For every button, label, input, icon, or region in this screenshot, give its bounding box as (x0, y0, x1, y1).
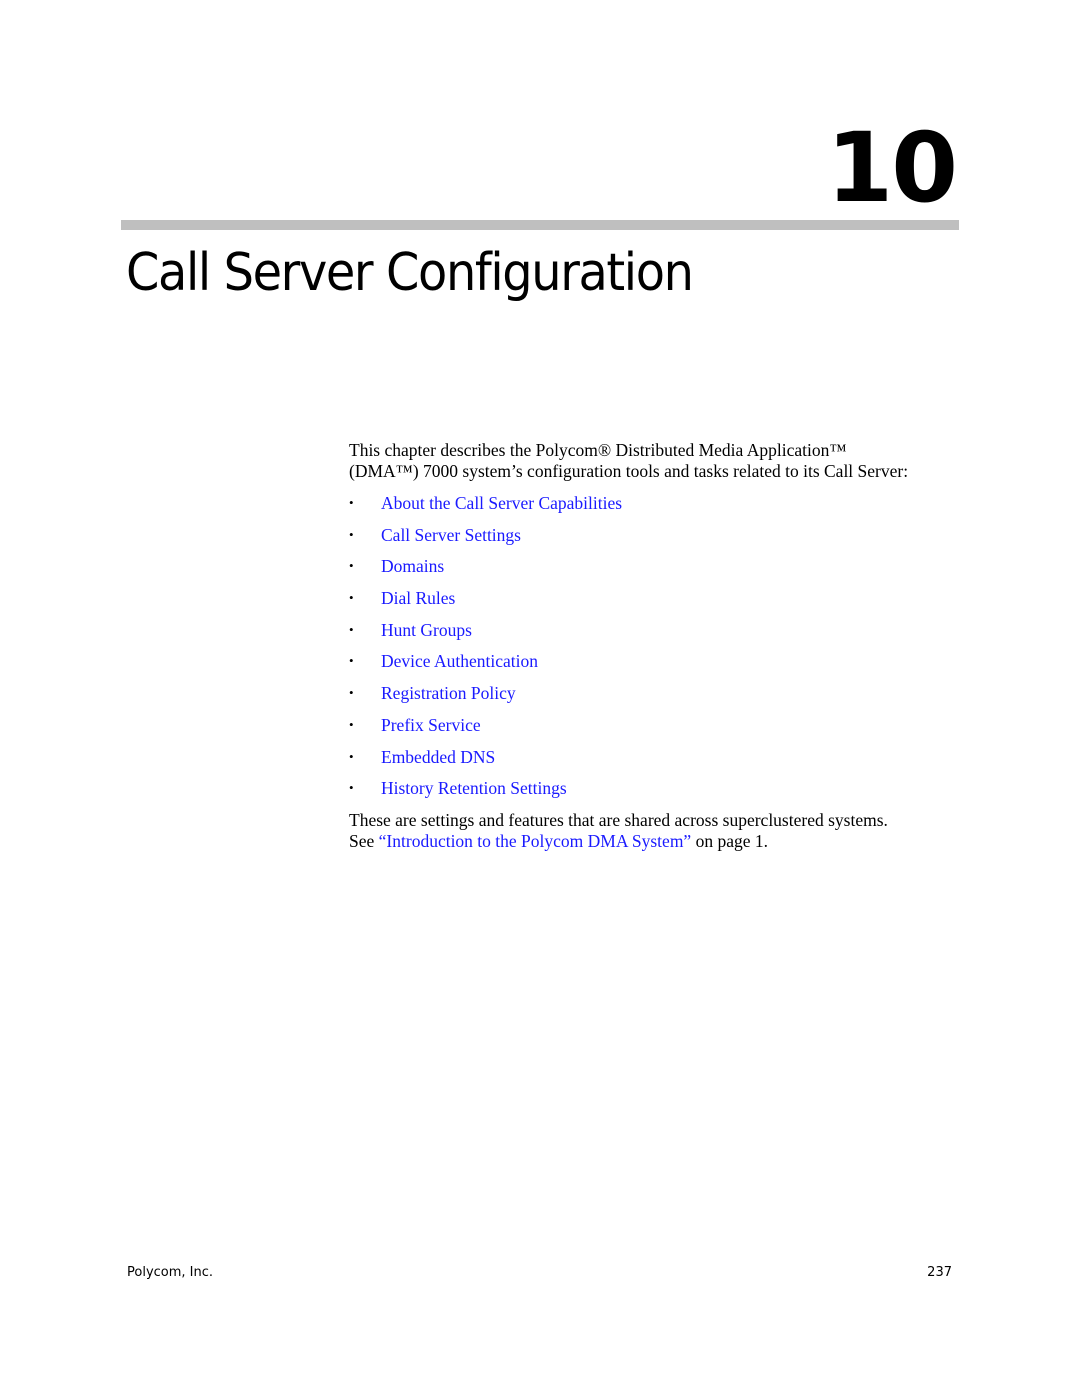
list-item: • Hunt Groups (349, 619, 622, 651)
link-call-server-settings[interactable]: Call Server Settings (381, 525, 521, 545)
list-item: • Prefix Service (349, 714, 622, 746)
link-about-call-server-capabilities[interactable]: About the Call Server Capabilities (381, 493, 622, 513)
list-item: • History Retention Settings (349, 777, 622, 809)
page-footer: Polycom, Inc. 237 (127, 1265, 952, 1280)
chapter-title: Call Server Configuration (126, 243, 694, 303)
link-domains[interactable]: Domains (381, 556, 444, 576)
bullet-icon: • (349, 590, 354, 606)
bullet-icon: • (349, 621, 354, 637)
link-dial-rules[interactable]: Dial Rules (381, 588, 455, 608)
bullet-icon: • (349, 526, 354, 542)
list-item: • Domains (349, 555, 622, 587)
bullet-icon: • (349, 780, 354, 796)
bullet-icon: • (349, 653, 354, 669)
intro-line-2: (DMA™) 7000 system’s configuration tools… (349, 461, 909, 481)
bullet-icon: • (349, 748, 354, 764)
link-introduction-polycom-dma[interactable]: “Introduction to the Polycom DMA System” (379, 831, 692, 851)
bullet-icon: • (349, 716, 354, 732)
outro-line-1: These are settings and features that are… (349, 810, 888, 830)
link-device-authentication[interactable]: Device Authentication (381, 651, 538, 671)
page-ref-text: on page 1. (691, 831, 768, 851)
link-hunt-groups[interactable]: Hunt Groups (381, 620, 472, 640)
link-history-retention-settings[interactable]: History Retention Settings (381, 778, 567, 798)
intro-line-1: This chapter describes the Polycom® Dist… (349, 440, 847, 460)
bullet-icon: • (349, 685, 354, 701)
outro-paragraph: These are settings and features that are… (349, 810, 969, 852)
page-number: 237 (927, 1265, 952, 1280)
list-item: • About the Call Server Capabilities (349, 492, 622, 524)
link-prefix-service[interactable]: Prefix Service (381, 715, 481, 735)
chapter-rule (121, 220, 959, 230)
list-item: • Device Authentication (349, 650, 622, 682)
footer-company: Polycom, Inc. (127, 1265, 214, 1280)
intro-paragraph: This chapter describes the Polycom® Dist… (349, 440, 969, 482)
see-text: See (349, 831, 379, 851)
list-item: • Registration Policy (349, 682, 622, 714)
list-item: • Dial Rules (349, 587, 622, 619)
topic-link-list: • About the Call Server Capabilities • Cal… (349, 492, 622, 809)
bullet-icon: • (349, 558, 354, 574)
bullet-icon: • (349, 495, 354, 510)
chapter-number: 10 (826, 112, 958, 224)
list-item: • Call Server Settings (349, 524, 622, 556)
outro-line-2: See “Introduction to the Polycom DMA Sys… (349, 831, 969, 852)
list-item: • Embedded DNS (349, 746, 622, 778)
link-registration-policy[interactable]: Registration Policy (381, 683, 516, 703)
link-embedded-dns[interactable]: Embedded DNS (381, 747, 495, 767)
